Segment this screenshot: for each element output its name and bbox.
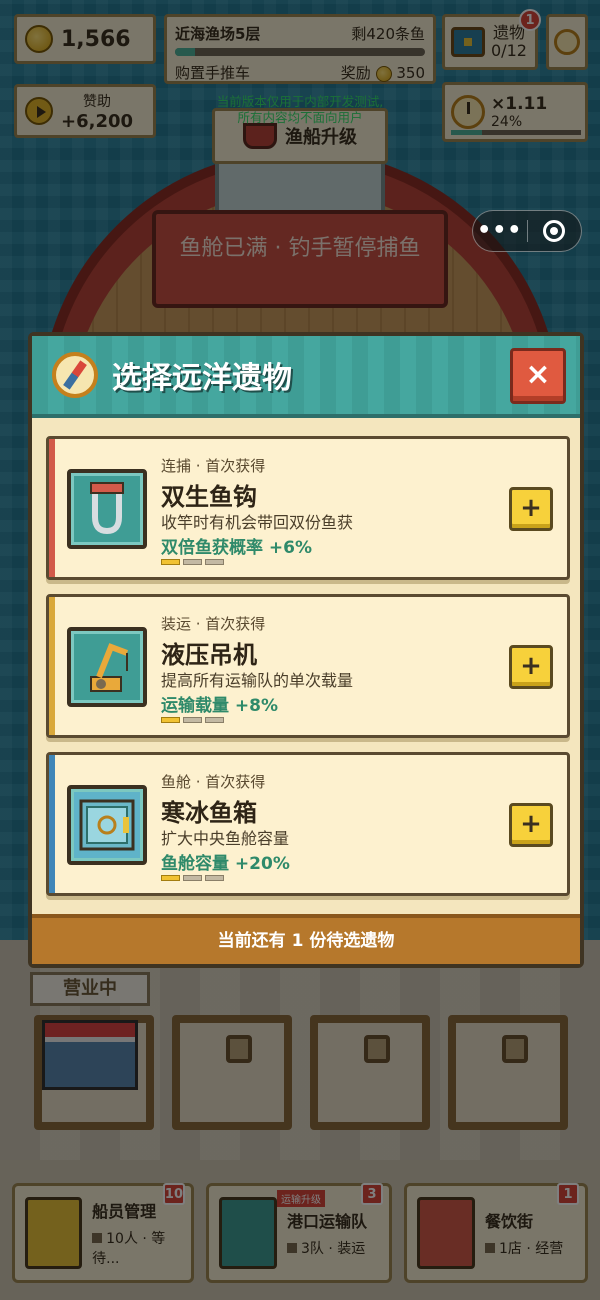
level-pip xyxy=(183,875,202,881)
relic-card-twin-hook[interactable]: 连捕 · 首次获得 双生鱼钩 收竿时有机会带回双份鱼获 双倍鱼获概率 +6% + xyxy=(46,436,570,580)
relic-selection-dialog: 选择远洋遗物 × 连捕 · 首次获得 双生鱼钩 收竿时有机会带回双份鱼获 双倍鱼… xyxy=(28,332,584,968)
level-pip xyxy=(183,717,202,723)
relic-level-pips xyxy=(161,559,224,565)
relic-effect: 运输载量 +8% xyxy=(161,696,279,716)
select-relic-button[interactable]: + xyxy=(509,803,553,847)
target-circle-icon xyxy=(543,220,566,242)
miniprogram-capsule: ••• xyxy=(472,210,582,252)
relic-description: 收竿时有机会带回双份鱼获 xyxy=(161,513,354,532)
more-menu-button[interactable]: ••• xyxy=(473,220,527,242)
close-miniprogram-button[interactable] xyxy=(528,220,582,242)
dialog-header: 选择远洋遗物 × xyxy=(32,336,580,418)
level-pip xyxy=(183,559,202,565)
level-pip xyxy=(161,875,180,881)
level-pip xyxy=(161,717,180,723)
level-pip xyxy=(205,875,224,881)
compass-icon xyxy=(52,352,98,398)
relic-effect: 鱼舱容量 +20% xyxy=(161,854,290,874)
fish-hook-icon xyxy=(67,469,147,549)
relic-name: 双生鱼钩 xyxy=(161,483,257,511)
relic-category: 装运 · 首次获得 xyxy=(161,615,266,633)
level-pip xyxy=(205,559,224,565)
relic-category: 鱼舱 · 首次获得 xyxy=(161,773,266,791)
ice-box-icon xyxy=(67,785,147,865)
relic-category: 连捕 · 首次获得 xyxy=(161,457,266,475)
relic-level-pips xyxy=(161,717,224,723)
relic-effect: 双倍鱼获概率 +6% xyxy=(161,538,313,558)
relic-description: 提高所有运输队的单次载量 xyxy=(161,671,354,690)
dialog-title: 选择远洋遗物 xyxy=(112,361,292,396)
pending-relics-footer: 当前还有 1 份待选遗物 xyxy=(32,914,580,964)
relic-level-pips xyxy=(161,875,224,881)
select-relic-button[interactable]: + xyxy=(509,487,553,531)
select-relic-button[interactable]: + xyxy=(509,645,553,689)
level-pip xyxy=(161,559,180,565)
relic-name: 寒冰鱼箱 xyxy=(161,799,257,827)
close-button[interactable]: × xyxy=(510,348,566,404)
relic-name: 液压吊机 xyxy=(161,641,257,669)
relic-card-ice-fish-box[interactable]: 鱼舱 · 首次获得 寒冰鱼箱 扩大中央鱼舱容量 鱼舱容量 +20% + xyxy=(46,752,570,896)
level-pip xyxy=(205,717,224,723)
crane-icon xyxy=(67,627,147,707)
relic-card-hydraulic-crane[interactable]: 装运 · 首次获得 液压吊机 提高所有运输队的单次载量 运输载量 +8% + xyxy=(46,594,570,738)
relic-description: 扩大中央鱼舱容量 xyxy=(161,829,290,848)
